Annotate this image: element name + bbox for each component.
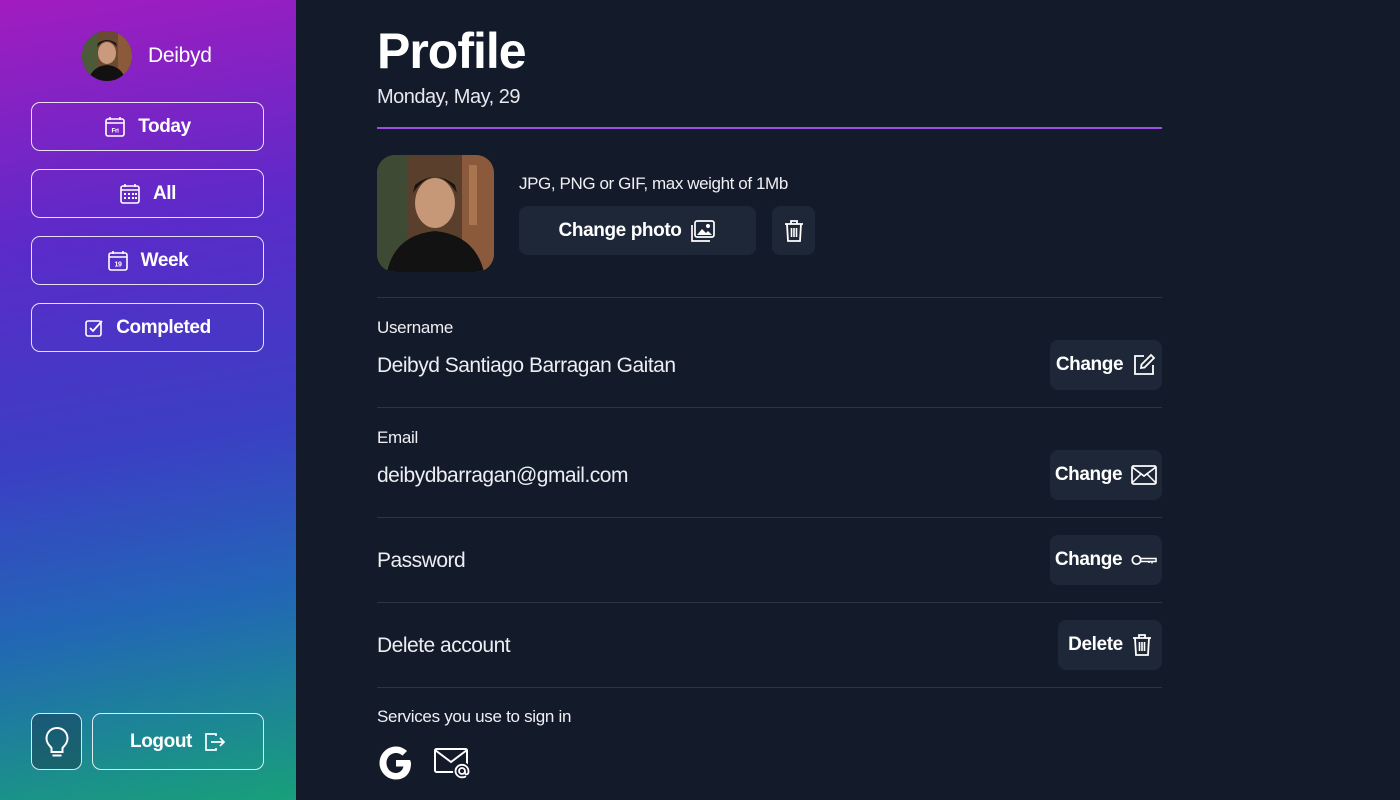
- delete-photo-button[interactable]: [772, 206, 815, 255]
- email-at-icon: [433, 745, 473, 781]
- username-value: Deibyd Santiago Barragan Gaitan: [377, 354, 676, 377]
- edit-icon: [1134, 353, 1156, 375]
- change-email-label: Change: [1054, 464, 1123, 485]
- key-icon: [1131, 554, 1157, 566]
- divider: [377, 407, 1162, 408]
- photo-hint: JPG, PNG or GIF, max weight of 1Mb: [519, 174, 788, 193]
- nav-week-button[interactable]: 19 Week: [31, 236, 264, 285]
- svg-text:19: 19: [114, 261, 121, 268]
- change-password-label: Change: [1054, 549, 1123, 570]
- username-field-label: Username: [377, 318, 454, 337]
- envelope-icon: [1131, 465, 1157, 485]
- nav-all-label: All: [152, 182, 177, 204]
- delete-account-button[interactable]: Delete: [1058, 620, 1162, 670]
- lightbulb-icon: [44, 726, 69, 756]
- avatar[interactable]: [82, 31, 132, 81]
- nav-today-label: Today: [138, 115, 191, 137]
- user-profile[interactable]: Deibyd: [82, 31, 212, 81]
- logout-label: Logout: [130, 730, 192, 752]
- nav-completed-button[interactable]: Completed: [31, 303, 264, 352]
- calendar-grid-icon: [120, 183, 140, 204]
- change-photo-label: Change photo: [558, 219, 682, 241]
- divider: [377, 517, 1162, 518]
- email-value: deibydbarragan@gmail.com: [377, 464, 628, 487]
- divider: [377, 602, 1162, 603]
- sign-in-services: [377, 744, 491, 782]
- change-photo-button[interactable]: Change photo: [519, 206, 756, 255]
- image-icon: [691, 219, 716, 242]
- theme-toggle-button[interactable]: [31, 713, 82, 770]
- nav-week-label: Week: [140, 249, 189, 271]
- sidebar: Deibyd Fri Today All 19 Week Completed L…: [0, 0, 296, 800]
- divider: [377, 687, 1162, 688]
- page-date: Monday, May, 29: [377, 86, 520, 108]
- logout-button[interactable]: Logout: [92, 713, 264, 770]
- divider: [377, 297, 1162, 298]
- page-title: Profile: [377, 23, 527, 79]
- delete-account-button-label: Delete: [1068, 634, 1123, 655]
- change-email-button[interactable]: Change: [1050, 450, 1162, 500]
- change-username-label: Change: [1055, 354, 1124, 375]
- services-label: Services you use to sign in: [377, 707, 572, 726]
- calendar-week-icon: 19: [107, 250, 128, 271]
- username-label: Deibyd: [148, 44, 212, 67]
- nav-all-button[interactable]: All: [31, 169, 264, 218]
- delete-account-label: Delete account: [377, 634, 511, 657]
- profile-photo: [377, 155, 494, 272]
- trash-icon: [784, 219, 803, 242]
- calendar-day-icon: Fri: [105, 116, 126, 137]
- checkbox-icon: [85, 319, 103, 337]
- change-username-button[interactable]: Change: [1050, 340, 1162, 390]
- svg-text:Fri: Fri: [112, 127, 120, 134]
- google-icon: [377, 744, 415, 782]
- logout-icon: [205, 732, 226, 751]
- email-field-label: Email: [377, 428, 419, 447]
- change-password-button[interactable]: Change: [1050, 535, 1162, 585]
- header-accent-line: [377, 127, 1162, 129]
- nav-today-button[interactable]: Fri Today: [31, 102, 264, 151]
- nav-completed-label: Completed: [116, 316, 211, 338]
- password-label: Password: [377, 549, 466, 572]
- trash-icon: [1132, 634, 1151, 656]
